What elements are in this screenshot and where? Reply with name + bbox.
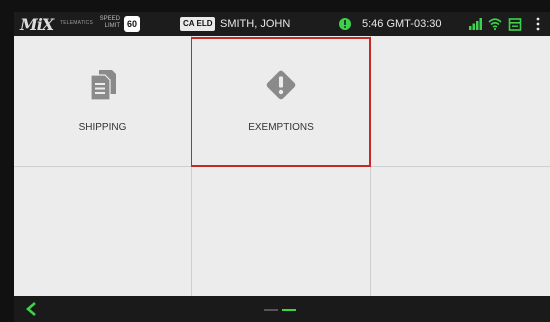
wifi-icon: [488, 18, 502, 31]
eld-badge[interactable]: CA ELD: [180, 17, 216, 31]
clock-alert-icon[interactable]: [338, 17, 352, 31]
speed-limit-label: SPEED LIMIT: [99, 16, 120, 29]
page-indicator-dot-active: [282, 309, 296, 311]
selection-highlight: [191, 37, 371, 167]
mix-logo: MiX: [20, 15, 54, 34]
tile-label-shipping: SHIPPING: [78, 122, 127, 133]
telematics-label: TELEMATICS: [60, 20, 94, 26]
tile-empty[interactable]: [371, 167, 550, 296]
page-indicator-dot: [264, 309, 278, 311]
bottom-bar: [14, 296, 550, 322]
status-bar: MiX TELEMATICS SPEED LIMIT 60 CA ELD SMI…: [14, 12, 550, 36]
signal-icon: [469, 18, 482, 30]
page-indicator: [264, 309, 296, 311]
speed-limit-badge: 60: [124, 16, 140, 32]
chevron-left-icon[interactable]: [24, 301, 38, 317]
tile-shipping[interactable]: SHIPPING: [14, 36, 191, 166]
calendar-icon[interactable]: [508, 17, 522, 31]
tile-empty[interactable]: [14, 167, 191, 296]
device-frame: MiX TELEMATICS SPEED LIMIT 60 CA ELD SMI…: [0, 0, 550, 322]
clock-time: 5:46 GMT-03:30: [362, 18, 442, 30]
driver-name[interactable]: SMITH, JOHN: [220, 18, 290, 30]
overflow-menu-icon[interactable]: [536, 17, 540, 31]
tile-empty[interactable]: [371, 36, 550, 166]
tile-empty[interactable]: [192, 167, 370, 296]
document-copy-icon: [90, 70, 116, 101]
menu-grid: SHIPPING EXEMPTIONS: [14, 36, 550, 296]
